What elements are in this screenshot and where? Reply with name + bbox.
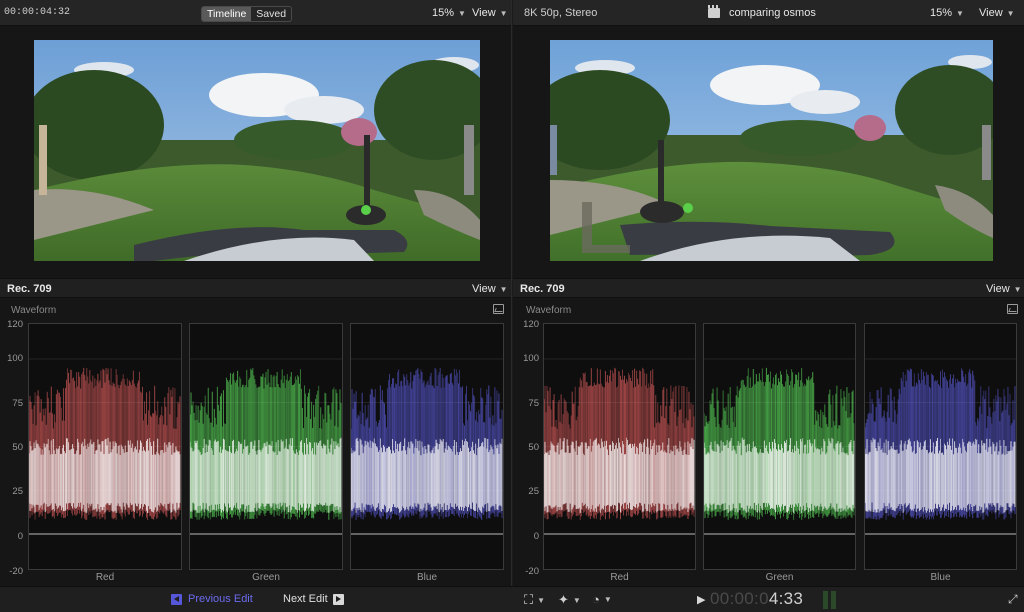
enhance-tool-menu[interactable]: ✦ ▼ <box>558 592 581 608</box>
left-viewer-toolbar: 00:00:04:32 Timeline Saved 15% ▼ View ▼ <box>0 0 511 26</box>
waveform-settings-icon[interactable] <box>493 304 504 314</box>
timeline-button[interactable]: Timeline <box>202 7 252 21</box>
chevron-down-icon: ▼ <box>956 9 964 18</box>
project-title: comparing osmos <box>708 5 816 19</box>
left-timecode: 00:00:04:32 <box>4 7 71 18</box>
saved-button[interactable]: Saved <box>251 7 291 21</box>
right-zoom-menu[interactable]: 15% ▼ <box>930 7 964 19</box>
left-video-frame[interactable] <box>34 40 480 261</box>
right-scope-view-label: View <box>986 283 1010 295</box>
waveform-blue-channel <box>350 323 504 570</box>
chevron-down-icon: ▼ <box>537 595 546 605</box>
left-view-label: View <box>472 7 496 19</box>
left-colorspace-label: Rec. 709 <box>7 283 52 295</box>
right-scope-view-menu[interactable]: View ▼ <box>986 283 1022 295</box>
right-zoom-value: 15% <box>930 7 953 19</box>
retime-tool-menu[interactable]: ◔ ▼ <box>592 592 612 607</box>
y-tick-label: -20 <box>525 566 539 577</box>
speed-icon: ◔ <box>592 592 600 607</box>
y-tick-label: 75 <box>528 398 539 409</box>
y-tick-label: 0 <box>17 531 23 542</box>
waveform-red-channel <box>28 323 182 570</box>
chevron-down-icon: ▼ <box>499 285 508 294</box>
y-tick-label: 120 <box>523 319 539 330</box>
channel-label-red: Red <box>610 572 629 583</box>
left-viewer-pane: 00:00:04:32 Timeline Saved 15%▼ View▼ <box>0 0 512 586</box>
next-edit-icon <box>332 593 344 605</box>
y-tick-label: 50 <box>528 442 539 453</box>
next-edit-label: Next Edit <box>283 593 328 605</box>
timecode-lit-part: 4:33 <box>768 589 804 608</box>
transform-tool-menu[interactable]: ⛶ ▼ <box>524 592 545 608</box>
clapper-icon <box>708 5 720 18</box>
bottom-toolbar: Previous Edit Next Edit ⛶ ▼ ✦ ▼ ◔ ▼ ▶ 00:00… <box>0 586 1024 612</box>
crop-tool-icon: ⛶ <box>524 592 534 607</box>
audio-meters[interactable] <box>823 591 836 609</box>
waveform-green-channel <box>189 323 343 570</box>
y-tick-label: 120 <box>7 319 23 330</box>
left-scope-bar: Rec. 709 View ▼ <box>0 278 511 298</box>
project-name: comparing osmos <box>729 7 816 19</box>
left-video-image <box>34 40 480 261</box>
left-scope-view-menu[interactable]: View ▼ <box>472 283 508 295</box>
waveform-trace <box>704 358 855 535</box>
timeline-saved-toggle[interactable]: Timeline Saved <box>201 6 293 22</box>
play-icon[interactable]: ▶ <box>697 593 705 606</box>
right-waveform-title: Waveform <box>526 305 572 316</box>
y-tick-label: 50 <box>12 442 23 453</box>
y-tick-label: 0 <box>533 531 539 542</box>
y-tick-label: 100 <box>7 353 23 364</box>
previous-edit-button[interactable]: Previous Edit <box>171 593 253 605</box>
timecode-dim-part: 00:00:0 <box>710 589 769 608</box>
waveform-trace <box>190 358 342 535</box>
left-waveform-title: Waveform <box>11 305 57 316</box>
next-edit-button[interactable]: Next Edit <box>283 593 344 605</box>
right-view-menu[interactable]: View ▼ <box>979 7 1015 19</box>
audio-meter-left <box>823 591 828 609</box>
chevron-down-icon: ▼ <box>499 9 508 18</box>
left-zoom-menu[interactable]: 15% ▼ <box>432 7 466 19</box>
left-zoom-value: 15% <box>432 7 455 19</box>
y-tick-label: 100 <box>523 353 539 364</box>
chevron-down-icon: ▼ <box>1006 9 1015 18</box>
right-view-label: View <box>979 7 1003 19</box>
waveform-trace <box>865 358 1016 535</box>
previous-edit-label: Previous Edit <box>188 593 253 605</box>
right-colorspace-label: Rec. 709 <box>520 283 565 295</box>
waveform-settings-icon[interactable] <box>1007 304 1018 314</box>
waveform-green-channel <box>703 323 856 570</box>
waveform-trace <box>29 358 181 535</box>
format-label: 8K 50p, Stereo <box>524 7 598 19</box>
right-video-image <box>550 40 993 261</box>
right-viewer-pane: 8K 50p, Stereo comparing osmos 15% ▼ View… <box>513 0 1024 586</box>
y-tick-label: 75 <box>12 398 23 409</box>
channel-label-blue: Blue <box>930 572 951 583</box>
right-video-frame[interactable] <box>550 40 993 261</box>
waveform-blue-channel <box>864 323 1017 570</box>
channel-label-blue: Blue <box>416 572 437 583</box>
playhead-timecode[interactable]: 00:00:04:33 <box>710 589 803 609</box>
y-tick-label: 25 <box>528 486 539 497</box>
previous-edit-icon <box>171 593 182 605</box>
right-viewer-toolbar: 8K 50p, Stereo comparing osmos 15% ▼ View… <box>513 0 1024 26</box>
channel-label-green: Green <box>252 572 280 583</box>
fullscreen-icon[interactable]: ⤢ <box>1008 592 1018 607</box>
waveform-trace <box>544 358 695 535</box>
y-tick-label: 25 <box>12 486 23 497</box>
chevron-down-icon: ▼ <box>603 595 612 604</box>
waveform-trace <box>351 358 503 535</box>
channel-label-red: Red <box>95 572 115 583</box>
chevron-down-icon: ▼ <box>572 595 581 605</box>
left-scope-view-label: View <box>472 283 496 295</box>
right-scope-bar: Rec. 709 View ▼ <box>513 278 1024 298</box>
channel-label-green: Green <box>765 572 794 583</box>
chevron-down-icon: ▼ <box>1013 285 1022 294</box>
audio-meter-right <box>831 591 836 609</box>
waveform-red-channel <box>543 323 696 570</box>
chevron-down-icon: ▼ <box>458 9 466 18</box>
left-view-menu[interactable]: View ▼ <box>472 7 508 19</box>
y-tick-label: -20 <box>9 566 23 577</box>
magic-wand-icon: ✦ <box>558 592 569 607</box>
